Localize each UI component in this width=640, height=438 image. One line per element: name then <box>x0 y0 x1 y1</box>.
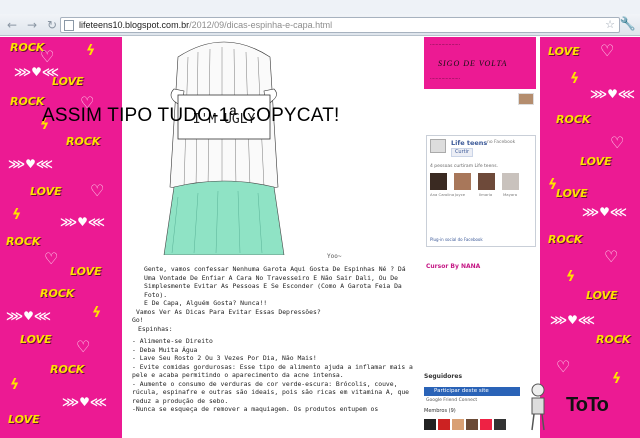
corner-decoration-text: ToTo <box>566 394 609 416</box>
banner-signature: SIGO DE VOLTA <box>438 59 508 68</box>
member-avatar[interactable] <box>466 419 478 430</box>
post-paragraph: E De Capa, Alguém Gosta? Nunca!! <box>144 299 268 307</box>
bolt-decoration: ϟ <box>570 71 580 87</box>
heart-decoration: ♡ <box>600 41 615 60</box>
join-site-button[interactable]: Participar deste site <box>424 387 520 396</box>
avatar[interactable] <box>518 93 534 105</box>
forward-arrow-icon[interactable]: → <box>24 17 40 33</box>
browser-toolbar: ← → ↻ lifeteens10.blogspot.com.br/2012/0… <box>0 14 640 36</box>
member-avatar[interactable] <box>438 419 450 430</box>
bolt-decoration: ϟ <box>612 371 622 387</box>
heart-decoration: ♡ <box>44 249 59 268</box>
love-decoration: LOVE <box>20 333 52 346</box>
reload-icon[interactable]: ↻ <box>44 17 60 33</box>
wing-decoration: ⋙♥⋘ <box>6 309 51 323</box>
rock-decoration: ROCK <box>6 235 41 248</box>
member-avatar[interactable] <box>452 419 464 430</box>
image-caption: Yoo~ <box>327 253 342 260</box>
sidebar: ····················· SIGO DE VOLTA ····… <box>420 37 540 438</box>
rock-decoration: ROCK <box>50 363 85 376</box>
follow-back-banner[interactable]: ····················· SIGO DE VOLTA ····… <box>424 37 536 89</box>
wing-decoration: ⋙♥⋘ <box>590 87 635 101</box>
post-paragraph: - Evite comidas gordurosas: Esse tipo de… <box>132 362 413 380</box>
fan-name[interactable]: Ana Carolina <box>430 192 454 197</box>
wing-decoration: ⋙♥⋘ <box>8 157 53 171</box>
heart-decoration: ♡ <box>604 247 619 266</box>
page-icon <box>64 19 74 31</box>
followers-heading: Seguidores <box>424 373 463 380</box>
love-decoration: LOVE <box>70 265 102 278</box>
post-paragraph: Gente, vamos confessar Nenhuma Garota Aq… <box>144 265 406 299</box>
facebook-like-box: Life teens no Facebook Curtir 4 pessoas … <box>426 135 536 247</box>
heart-decoration: ♡ <box>610 133 625 152</box>
member-avatar[interactable] <box>424 419 436 430</box>
address-bar[interactable]: lifeteens10.blogspot.com.br/2012/09/dica… <box>60 17 620 33</box>
fan-avatar[interactable] <box>454 173 471 190</box>
fan-name[interactable]: Joyce <box>455 192 465 197</box>
cursor-credit[interactable]: Cursor By NANA <box>426 263 480 270</box>
rock-decoration: ROCK <box>10 95 45 108</box>
post-paragraph: Espinhas: <box>138 324 173 333</box>
heart-decoration: ♡ <box>76 337 91 356</box>
rock-decoration: ROCK <box>40 287 75 300</box>
post-illustration: I'M UGLY <box>163 41 285 255</box>
url-text: lifeteens10.blogspot.com.br/2012/09/dica… <box>79 20 333 30</box>
love-decoration: LOVE <box>548 45 580 58</box>
bolt-decoration: ϟ <box>86 43 96 59</box>
wing-decoration: ⋙♥⋘ <box>62 395 107 409</box>
post-body: Gente, vamos confessar Nenhuma Garota Aq… <box>132 265 417 414</box>
rock-decoration: ROCK <box>596 333 631 346</box>
wrench-menu-icon[interactable]: 🔧 <box>620 17 636 32</box>
fb-page-name[interactable]: Life teens <box>451 139 487 147</box>
post-paragraph: -Nunca se esqueça de remover a maquiagem… <box>132 405 379 413</box>
bookmark-star-icon[interactable]: ☆ <box>605 18 615 32</box>
post-column: I'M UGLY Yoo~ Gente, vamos confessar Nen… <box>122 37 420 438</box>
post-paragraph: - Aumente o consumo de verduras de cor v… <box>132 379 410 405</box>
love-decoration: LOVE <box>556 187 588 200</box>
wing-decoration: ⋙♥⋘ <box>60 215 105 229</box>
love-decoration: LOVE <box>8 413 40 426</box>
post-paragraph: - Lave Seu Rosto 2 Ou 3 Vezes Por Dia, N… <box>132 354 317 362</box>
member-avatar[interactable] <box>494 419 506 430</box>
bolt-decoration: ϟ <box>10 377 20 393</box>
love-decoration: LOVE <box>30 185 62 198</box>
fan-avatar[interactable] <box>430 173 447 190</box>
window-top-strip <box>0 0 640 14</box>
rock-decoration: ROCK <box>556 113 591 126</box>
fb-plugin-text: Plug-in social do Facebook <box>430 237 483 242</box>
love-decoration: LOVE <box>52 75 84 88</box>
post-paragraph: - Deba Muita Água <box>132 345 198 354</box>
back-arrow-icon[interactable]: ← <box>4 17 20 33</box>
post-title[interactable]: ASSIM TIPO TUDO-1ª COPYCAT! <box>42 105 339 127</box>
like-button[interactable]: Curtir <box>451 148 473 157</box>
robot-icon <box>531 383 545 431</box>
members-count: Membros (9) <box>424 408 456 414</box>
rock-decoration: ROCK <box>66 135 101 148</box>
member-avatar[interactable] <box>480 419 492 430</box>
fan-avatar[interactable] <box>478 173 495 190</box>
love-decoration: LOVE <box>586 289 618 302</box>
wing-decoration: ⋙♥⋘ <box>550 313 595 327</box>
heart-decoration: ♡ <box>90 181 105 200</box>
bolt-decoration: ϟ <box>566 269 576 285</box>
fan-name[interactable]: Ilmarla <box>479 192 492 197</box>
banner-deco-line: ····················· <box>430 43 461 48</box>
heart-decoration: ♡ <box>556 357 571 376</box>
fan-avatar[interactable] <box>502 173 519 190</box>
wing-decoration: ⋙♥⋘ <box>582 205 627 219</box>
heart-decoration: ♡ <box>40 47 55 66</box>
bolt-decoration: ϟ <box>92 305 102 321</box>
love-decoration: LOVE <box>580 155 612 168</box>
post-paragraph: Go! <box>132 316 144 324</box>
post-paragraph: Vamos Ver As Dicas Para Evitar Essas Dep… <box>136 307 321 316</box>
bolt-decoration: ϟ <box>12 207 22 223</box>
page-avatar[interactable] <box>430 139 446 153</box>
fb-page-sub: no Facebook <box>487 140 516 145</box>
join-sub-text: Google Friend Connect <box>426 398 478 403</box>
fan-name[interactable]: Mayara <box>503 192 517 197</box>
post-paragraph: - Alimente-se Direito <box>132 337 213 345</box>
banner-deco-line: ····················· <box>430 77 461 82</box>
rock-decoration: ROCK <box>548 233 583 246</box>
fb-like-count: 4 pessoas curtiram Life teens. <box>430 164 498 169</box>
